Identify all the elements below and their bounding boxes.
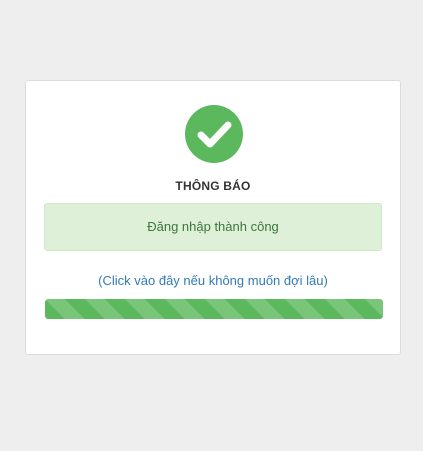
skip-wait-link[interactable]: (Click vào đây nếu không muốn đợi lâu) xyxy=(26,273,400,288)
check-circle-icon xyxy=(185,105,243,163)
redirect-progress-bar xyxy=(45,299,383,319)
notification-card: THÔNG BÁO Đăng nhập thành công (Click và… xyxy=(25,80,401,355)
redirect-progress xyxy=(45,299,383,319)
dialog-title: THÔNG BÁO xyxy=(175,179,251,193)
success-message: Đăng nhập thành công xyxy=(147,219,279,234)
success-alert: Đăng nhập thành công xyxy=(44,203,382,251)
